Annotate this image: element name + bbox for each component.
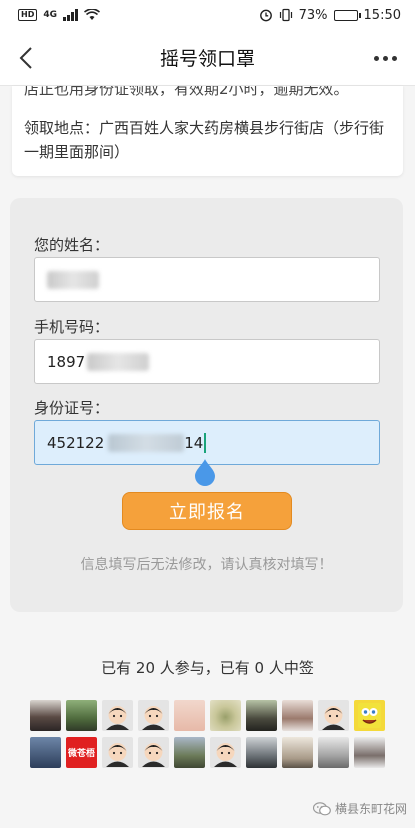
status-right: 73% 15:50: [259, 8, 401, 23]
page-title: 摇号领口罩: [159, 48, 255, 70]
status-left: HD 4G: [18, 9, 100, 21]
id-value-prefix: 452122: [47, 433, 105, 452]
avatar[interactable]: [138, 700, 169, 731]
info-text-cut: 店正也用身份证领取，有效期2小时，逾期无效。: [24, 86, 349, 98]
default-avatar-icon: [214, 743, 237, 767]
network-type: 4G: [43, 9, 57, 20]
info-card: 店正也用身份证领取，有效期2小时，逾期无效。 领取地点：广西百姓人家大药房横县步…: [12, 86, 403, 176]
avatar[interactable]: [174, 737, 205, 768]
text-cursor: [204, 432, 207, 453]
watermark: 横县东町花网: [312, 800, 407, 817]
phone-mask: [87, 352, 150, 371]
chevron-left-icon: [19, 47, 32, 69]
avatar[interactable]: 微苍梧: [66, 737, 97, 768]
back-button[interactable]: [6, 38, 46, 78]
name-mask: [47, 270, 99, 289]
avatar[interactable]: [246, 737, 277, 768]
avatar[interactable]: [318, 737, 349, 768]
avatar[interactable]: [102, 700, 133, 731]
avatar[interactable]: [282, 737, 313, 768]
avatar[interactable]: [66, 700, 97, 731]
spongebob-icon: [358, 703, 381, 728]
avatar[interactable]: [354, 700, 385, 731]
participation-stats: 已有 20 人参与，已有 0 人中签: [101, 659, 314, 677]
more-button[interactable]: [365, 38, 405, 78]
signup-form: 您的姓名： 手机号码： 1897 身份证号： 452122 14 立即报名 信息…: [10, 198, 403, 612]
wifi-icon: [84, 9, 100, 20]
avatar[interactable]: [102, 737, 133, 768]
default-avatar-icon: [142, 706, 165, 730]
pickup-location: 领取地点：广西百姓人家大药房横县步行街店（步行街一期里面那间）: [24, 119, 385, 161]
id-label: 身份证号：: [34, 399, 110, 417]
vibrate-icon: [279, 8, 292, 22]
signal-icon: [63, 9, 78, 21]
more-dots-icon: [373, 55, 379, 61]
avatar[interactable]: [30, 700, 61, 731]
wechat-icon: [312, 801, 331, 815]
phone-value: 1897: [47, 352, 86, 371]
battery-percent: 73%: [298, 7, 328, 23]
submit-button[interactable]: 立即报名: [122, 492, 292, 530]
id-value-suffix: 14: [184, 433, 204, 452]
avatar[interactable]: [138, 737, 169, 768]
name-field[interactable]: [34, 257, 380, 302]
battery-icon: [333, 9, 361, 21]
avatar[interactable]: [282, 700, 313, 731]
status-bar: HD 4G 73% 15:50: [0, 0, 415, 30]
default-avatar-icon: [106, 743, 129, 767]
id-mask: [108, 433, 185, 452]
avatar[interactable]: [174, 700, 205, 731]
nav-bar: 摇号领口罩: [0, 30, 415, 86]
participant-avatars: 微苍梧: [30, 700, 390, 768]
avatar[interactable]: [30, 737, 61, 768]
default-avatar-icon: [322, 706, 345, 730]
avatar-label: 微苍梧: [67, 749, 95, 759]
phone-label: 手机号码：: [34, 318, 110, 336]
watermark-text: 横县东町花网: [334, 802, 407, 816]
avatar[interactable]: [210, 737, 241, 768]
avatar[interactable]: [210, 700, 241, 731]
phone-field[interactable]: 1897: [34, 339, 380, 384]
default-avatar-icon: [142, 743, 165, 767]
hd-badge: HD: [18, 9, 38, 21]
avatar[interactable]: [318, 700, 349, 731]
avatar[interactable]: [354, 737, 385, 768]
avatar[interactable]: [246, 700, 277, 731]
default-avatar-icon: [106, 706, 129, 730]
form-hint: 信息填写后无法修改，请认真核对填写！: [80, 557, 333, 573]
status-time: 15:50: [363, 7, 401, 23]
cursor-handle-icon[interactable]: [193, 458, 217, 486]
alarm-icon: [259, 9, 272, 22]
name-label: 您的姓名：: [34, 236, 110, 254]
